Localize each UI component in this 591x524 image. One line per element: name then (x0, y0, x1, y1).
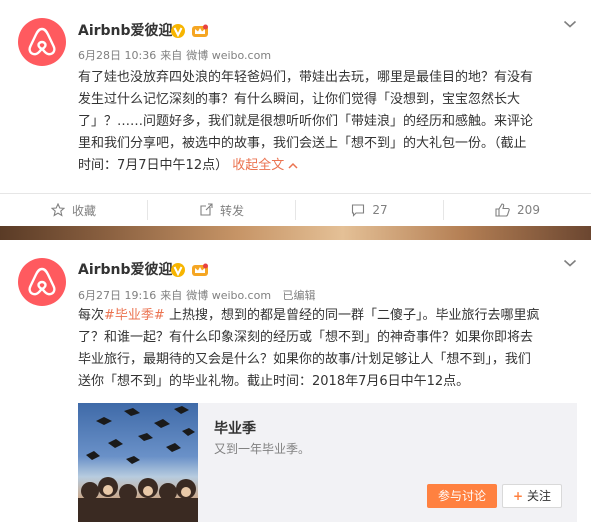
edited-label[interactable]: 已编辑 (283, 289, 316, 302)
verified-badge-icon (171, 263, 185, 277)
follow-label: 关注 (527, 489, 552, 503)
weibo-post: Airbnb爱彼迎 6月27日 19:16 来自 微博 weibo.com 已编辑 … (0, 240, 591, 524)
username[interactable]: Airbnb爱彼迎 (78, 260, 173, 280)
graduation-caps-illustration (78, 406, 198, 522)
collapse-link[interactable]: 收起全文 (232, 158, 284, 173)
source-prefix: 来自 (160, 49, 183, 62)
comment-button[interactable]: 27 (296, 200, 444, 220)
post-source[interactable]: 微博 weibo.com (186, 49, 271, 62)
repost-icon (200, 203, 213, 216)
source-prefix: 来自 (160, 289, 183, 302)
vip-crown-icon[interactable] (191, 24, 209, 38)
post-text-segment: 每次 (78, 308, 105, 323)
comment-count: 27 (372, 203, 388, 217)
post-text-line: 了？和谁一起？有什么印象深刻的经历或「想不到」的神奇事件？如果你即将去 (78, 330, 534, 345)
post-text-line: 了」？……问题好多，我们就是很想听听你们「带娃浪」的经历和感触。来评论 (78, 114, 534, 129)
post-text-line: 里和我们分享吧，被选中的故事，我们会送上「想不到」的大礼包一份。（截止 (78, 136, 527, 151)
post-text-line: 时间：7月7日中午12点） 收起全文 (78, 155, 578, 177)
vip-crown-icon[interactable] (191, 263, 209, 277)
post-text-line: 每次#毕业季# 上热搜，想到的都是曾经的同一群「二傻子」。毕业旅行去哪里疯 (78, 305, 578, 327)
follow-button[interactable]: + 关注 (502, 484, 562, 508)
topic-subtitle: 又到一年毕业季。 (214, 442, 311, 456)
post-text-segment: 时间：7月7日中午12点） (78, 158, 229, 173)
avatar[interactable] (18, 18, 66, 66)
post-text: 每次#毕业季# 上热搜，想到的都是曾经的同一群「二傻子」。毕业旅行去哪里疯 了？… (78, 305, 578, 393)
chevron-down-icon[interactable] (563, 258, 577, 268)
airbnb-logo-icon (28, 267, 56, 296)
feed-divider-image (0, 226, 591, 240)
join-discussion-button[interactable]: 参与讨论 (427, 484, 497, 508)
topic-title[interactable]: 毕业季 (214, 418, 256, 438)
post-date[interactable]: 6月28日 10:36 (78, 49, 156, 62)
post-text-segment: 上热搜，想到的都是曾经的同一群「二傻子」。毕业旅行去哪里疯 (164, 308, 540, 323)
topic-card[interactable]: 毕业季 又到一年毕业季。 参与讨论 + 关注 (78, 403, 577, 522)
chevron-up-icon[interactable] (288, 162, 298, 170)
post-source[interactable]: 微博 weibo.com (186, 289, 271, 302)
post-text: 有了娃也没放弃四处浪的年轻爸妈们，带娃出去玩，哪里是最佳目的地？有没有 发生过什… (78, 67, 578, 177)
post-text-line: 送你「想不到」的毕业礼物。截止时间：2018年7月6日中午12点。 (78, 374, 470, 389)
like-count: 209 (517, 203, 540, 217)
airbnb-logo-icon (28, 27, 56, 56)
favorite-button[interactable]: 收藏 (0, 200, 148, 220)
graduation-photo (78, 403, 198, 522)
like-button[interactable]: 209 (444, 200, 591, 220)
post-text-line: 有了娃也没放弃四处浪的年轻爸妈们，带娃出去玩，哪里是最佳目的地？有没有 (78, 70, 534, 85)
repost-label: 转发 (219, 203, 244, 218)
post-meta: 6月28日 10:36 来自 微博 weibo.com (78, 49, 275, 63)
chevron-down-icon[interactable] (563, 19, 577, 29)
plus-icon: + (512, 489, 524, 503)
post-action-bar: 收藏 转发 27 209 (0, 193, 591, 226)
weibo-post: Airbnb爱彼迎 6月28日 10:36 来自 微博 weibo.com 有了娃也… (0, 0, 591, 226)
post-meta: 6月27日 19:16 来自 微博 weibo.com 已编辑 (78, 289, 320, 303)
verified-badge-icon (171, 24, 185, 38)
hashtag-link[interactable]: #毕业季# (104, 308, 165, 323)
favorite-label: 收藏 (71, 203, 96, 218)
repost-button[interactable]: 转发 (148, 200, 296, 220)
comment-icon (352, 204, 365, 217)
post-text-line: 毕业旅行，最期待的又会是什么？如果你的故事/计划足够让人「想不到」，我们 (78, 352, 531, 367)
star-icon (50, 203, 65, 217)
avatar[interactable] (18, 258, 66, 306)
post-text-line: 发生过什么记忆深刻的事？有什么瞬间，让你们觉得「没想到，宝宝忽然长大 (78, 92, 521, 107)
thumbs-up-icon (495, 203, 510, 217)
username[interactable]: Airbnb爱彼迎 (78, 21, 173, 41)
post-date[interactable]: 6月27日 19:16 (78, 289, 156, 302)
